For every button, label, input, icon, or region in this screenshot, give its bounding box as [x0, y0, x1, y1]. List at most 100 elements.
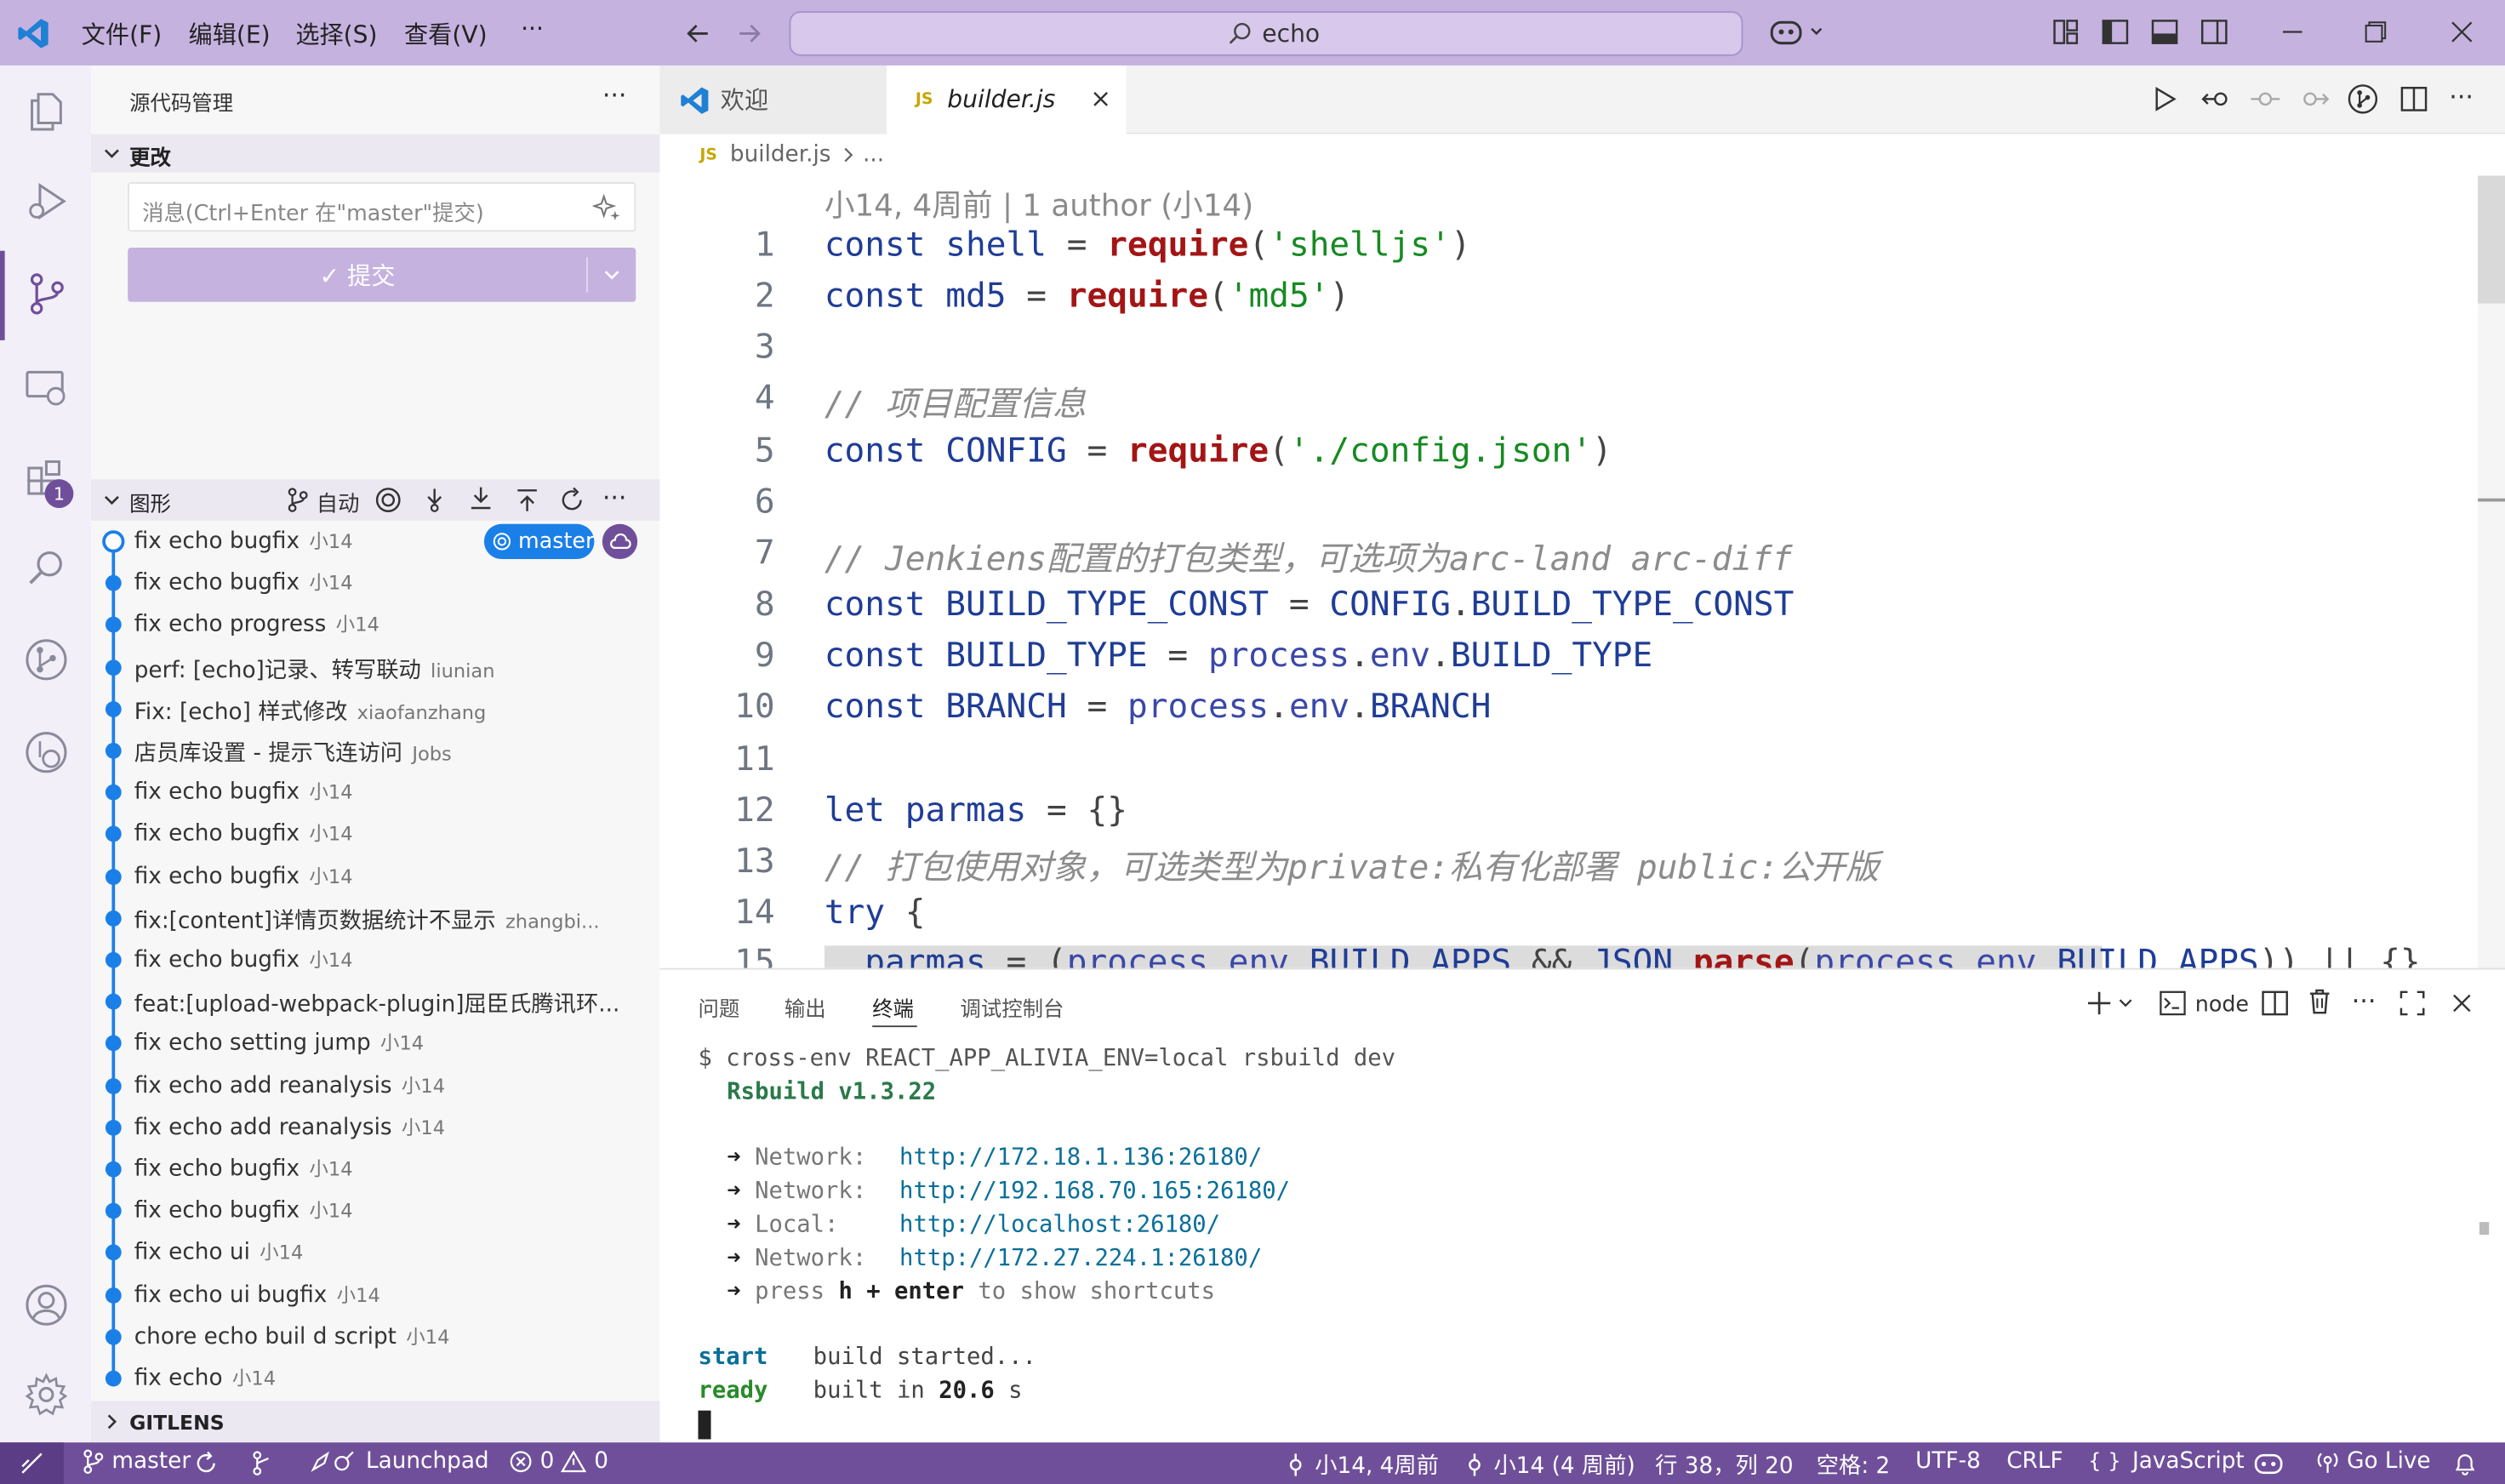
- status-indentation[interactable]: 空格: 2: [1817, 1449, 1891, 1481]
- gitlens-compare-icon[interactable]: [2347, 83, 2379, 116]
- run-file-icon[interactable]: [2150, 84, 2179, 113]
- next-commit-icon[interactable]: [2297, 84, 2330, 113]
- graph-commit-row[interactable]: 店员库设置 - 提示飞连访问 Jobs: [91, 730, 659, 772]
- search-view-icon[interactable]: [20, 541, 74, 596]
- split-terminal-icon[interactable]: [2261, 989, 2290, 1018]
- code-line-14[interactable]: try {: [825, 893, 926, 931]
- graph-commit-row[interactable]: fix echo bugfix 小14: [91, 562, 659, 604]
- graph-commit-row[interactable]: fix echo add reanalysis 小14: [91, 1107, 659, 1149]
- graph-commit-row[interactable]: fix echo progress 小14: [91, 604, 659, 646]
- toggle-primary-sidebar-icon[interactable]: [2101, 18, 2130, 47]
- status-problems[interactable]: 0 0: [510, 1449, 608, 1475]
- fetch-icon[interactable]: [420, 486, 449, 515]
- breadcrumb-file[interactable]: builder.js: [730, 142, 831, 168]
- toggle-panel-icon[interactable]: [2150, 18, 2179, 47]
- notifications-bell-icon[interactable]: [2452, 1451, 2478, 1476]
- panel-tab-problems[interactable]: 问题: [698, 992, 739, 1022]
- code-line-9[interactable]: const BUILD_TYPE = process.env.BUILD_TYP…: [825, 636, 1652, 674]
- network-url-4[interactable]: http://172.27.224.1:26180/: [899, 1246, 1262, 1271]
- network-url-1[interactable]: http://172.18.1.136:26180/: [899, 1145, 1262, 1171]
- menu-view[interactable]: 查看(V): [404, 18, 488, 51]
- close-panel-icon[interactable]: [2447, 989, 2476, 1018]
- graph-commit-row[interactable]: chore echo buil d script 小14: [91, 1316, 659, 1358]
- panel-more-actions-icon[interactable]: ···: [2352, 985, 2377, 1016]
- code-line-4[interactable]: // 项目配置信息: [825, 379, 1087, 426]
- toggle-secondary-sidebar-icon[interactable]: [2200, 18, 2228, 47]
- local-url[interactable]: http://localhost:26180/: [899, 1213, 1220, 1238]
- trash-icon[interactable]: [2305, 987, 2334, 1016]
- gitlens-icon[interactable]: [20, 632, 74, 687]
- status-line-blame[interactable]: 小14, 4周前: [1285, 1449, 1439, 1481]
- graph-commit-row[interactable]: fix echo bugfix 小14: [91, 1149, 659, 1190]
- commit-options-chevron-icon[interactable]: [601, 264, 623, 286]
- copilot-icon[interactable]: [1764, 13, 1831, 51]
- code-line-2[interactable]: const md5 = require('md5'): [825, 277, 1350, 315]
- terminal-name[interactable]: node: [2195, 992, 2249, 1018]
- split-editor-icon[interactable]: [2399, 84, 2428, 113]
- code-line-5[interactable]: const CONFIG = require('./config.json'): [825, 431, 1612, 470]
- editor-scrollbar-thumb[interactable]: [2478, 175, 2505, 304]
- graph-commit-row[interactable]: fix:[content]详情页数据统计不显示 zhangbi...: [91, 898, 659, 939]
- panel-tab-terminal[interactable]: 终端: [872, 992, 914, 1022]
- sparkle-icon[interactable]: [592, 193, 622, 222]
- scm-more-actions-icon[interactable]: ···: [602, 80, 627, 111]
- graph-commit-row[interactable]: fix echo bugfix 小14: [91, 1190, 659, 1232]
- editor-more-actions-icon[interactable]: ···: [2449, 82, 2474, 112]
- copilot-status-icon[interactable]: [2252, 1451, 2285, 1476]
- graph-commit-row[interactable]: fix echo ui 小14: [91, 1232, 659, 1274]
- status-go-live[interactable]: Go Live: [2315, 1449, 2431, 1475]
- graph-commit-row[interactable]: perf: [echo]记录、转写联动 liunian: [91, 647, 659, 688]
- run-debug-icon[interactable]: [20, 174, 74, 229]
- graph-commit-row[interactable]: fix echo bugfix 小14: [91, 939, 659, 981]
- code-line-10[interactable]: const BRANCH = process.env.BRANCH: [825, 687, 1492, 725]
- branch-badge[interactable]: master: [483, 523, 684, 560]
- close-window-icon[interactable]: [2447, 18, 2476, 47]
- push-icon[interactable]: [513, 486, 542, 515]
- source-control-icon[interactable]: [20, 267, 74, 322]
- remote-explorer-icon[interactable]: [20, 359, 74, 414]
- status-launchpad[interactable]: Launchpad: [308, 1449, 489, 1475]
- graph-commit-row[interactable]: fix echo 小14: [91, 1358, 659, 1400]
- code-line-12[interactable]: let parmas = {}: [825, 791, 1127, 829]
- status-eol[interactable]: CRLF: [2006, 1449, 2063, 1475]
- panel-tab-debug-console[interactable]: 调试控制台: [960, 992, 1064, 1022]
- code-line-1[interactable]: const shell = require('shelljs'): [825, 225, 1471, 264]
- menu-file[interactable]: 文件(F): [82, 18, 163, 51]
- gitlens-status-icon[interactable]: [249, 1451, 275, 1476]
- graph-section-header[interactable]: 图形 自动 ···: [91, 479, 660, 521]
- code-line-13[interactable]: // 打包使用对象，可选类型为private:私有化部署 public:公开版: [825, 842, 1880, 889]
- gitlens-inspect-icon[interactable]: [20, 725, 74, 779]
- customize-layout-icon[interactable]: [2051, 18, 2080, 47]
- menu-selection[interactable]: 选择(S): [295, 18, 377, 51]
- graph-more-actions-icon[interactable]: ···: [602, 482, 627, 513]
- manage-gear-icon[interactable]: [20, 1367, 74, 1422]
- graph-commit-row[interactable]: fix echo bugfix 小14: [91, 855, 659, 897]
- tab-builder-js[interactable]: JS builder.js: [887, 65, 1127, 134]
- maximize-panel-icon[interactable]: [2398, 989, 2427, 1018]
- status-cursor-position[interactable]: 行 38，列 20: [1655, 1449, 1793, 1481]
- code-line-8[interactable]: const BUILD_TYPE_CONST = CONFIG.BUILD_TY…: [825, 585, 1795, 623]
- graph-commit-row[interactable]: fix echo add reanalysis 小14: [91, 1064, 659, 1106]
- tab-welcome[interactable]: 欢迎: [659, 65, 887, 134]
- menu-edit[interactable]: 编辑(E): [189, 18, 271, 51]
- status-author[interactable]: 小14 (4 周前): [1464, 1449, 1635, 1481]
- new-terminal-icon[interactable]: [2086, 990, 2137, 1016]
- accounts-icon[interactable]: [20, 1278, 74, 1333]
- breadcrumb-more[interactable]: ...: [863, 142, 884, 168]
- forward-arrow-icon[interactable]: [732, 16, 767, 51]
- code-line-7[interactable]: // Jenkiens配置的打包类型，可选项为arc-land arc-diff: [825, 534, 1793, 581]
- sync-icon[interactable]: [193, 1451, 219, 1476]
- previous-commit-icon[interactable]: [2250, 84, 2282, 113]
- target-icon[interactable]: [374, 486, 402, 515]
- status-branch[interactable]: master: [82, 1449, 191, 1475]
- changes-section-header[interactable]: 更改: [91, 134, 660, 173]
- graph-auto-label[interactable]: 自动: [317, 486, 360, 517]
- status-encoding[interactable]: UTF-8: [1915, 1449, 1981, 1475]
- explorer-icon[interactable]: [20, 83, 74, 138]
- restore-icon[interactable]: [2361, 18, 2390, 47]
- graph-commit-row[interactable]: fix echo setting jump 小14: [91, 1023, 659, 1064]
- graph-commit-row[interactable]: Fix: [echo] 样式修改 xiaofanzhang: [91, 688, 659, 730]
- graph-commit-row[interactable]: fix echo bugfix 小14: [91, 813, 659, 855]
- graph-commit-row[interactable]: feat:[upload-webpack-plugin]屈臣氏腾讯环...: [91, 981, 659, 1023]
- editor-scrollbar[interactable]: [2478, 175, 2505, 968]
